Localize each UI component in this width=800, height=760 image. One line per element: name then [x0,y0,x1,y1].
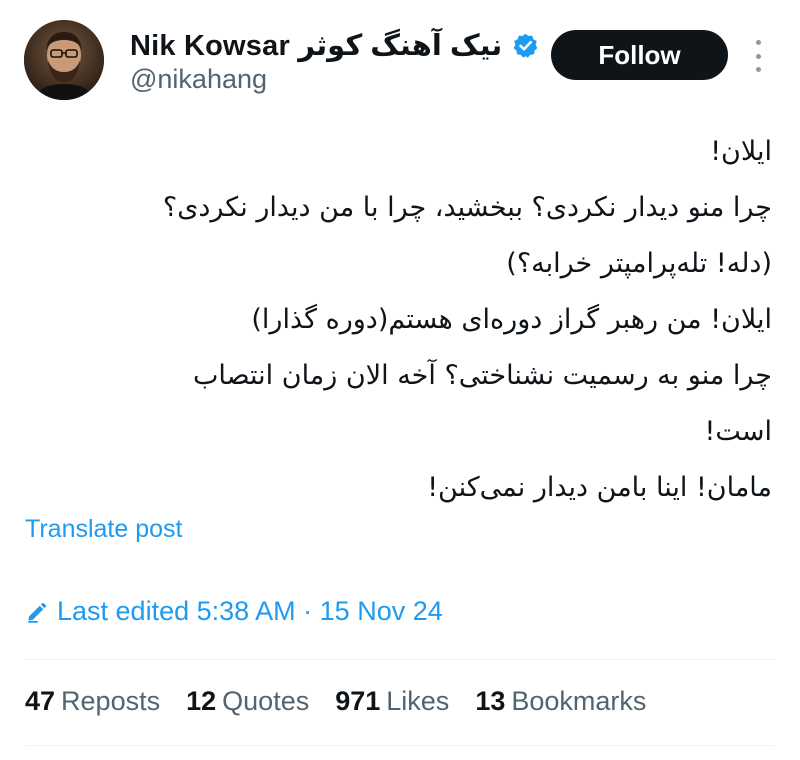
tweet-line: مامان! اینا بامن دیدار نمی‌کنن! [427,472,772,503]
translate-post-link[interactable]: Translate post [25,515,182,544]
bookmarks-count: 13 [475,686,506,716]
quotes-label: Quotes [222,686,310,716]
tweet-line: (دله! تله‌پرامپتر خرابه؟) [506,248,772,279]
engagement-stats: 47 Reposts 12 Quotes 971 Likes 13 Bookmarks [25,686,646,717]
follow-button[interactable]: Follow [551,30,728,80]
dot [755,67,761,72]
bookmarks-label: Bookmarks [511,686,647,716]
tweet-card: Nik Kowsar نیک آهنگ کوثر @nikahang Follo… [0,0,800,760]
reposts-count: 47 [25,686,56,716]
tweet-line: چرا منو به رسمیت نشناختی؟ آخه الان زمان … [192,360,772,391]
author-name-row[interactable]: Nik Kowsar نیک آهنگ کوثر [130,28,539,63]
author-handle[interactable]: @nikahang [130,64,267,95]
divider [25,745,775,746]
pencil-icon [25,600,49,624]
tweet-line: ایلان! من رهبر گراز دوره‌ای هستم(دوره گذ… [251,304,772,335]
quotes-stat[interactable]: 12 Quotes [186,686,309,717]
tweet-line: ایلان! [710,136,772,167]
reposts-label: Reposts [61,686,161,716]
avatar-photo [24,20,104,100]
bookmarks-stat[interactable]: 13 Bookmarks [475,686,646,717]
reposts-stat[interactable]: 47 Reposts [25,686,160,717]
dot [755,40,761,45]
tweet-line: چرا منو دیدار نکردی؟ ببخشید، چرا با من د… [162,192,772,223]
last-edited-link[interactable]: Last edited 5:38 AM · 15 Nov 24 [25,596,443,627]
more-vertical-icon[interactable] [752,36,764,76]
display-name[interactable]: Nik Kowsar نیک آهنگ کوثر [130,28,502,63]
quotes-count: 12 [186,686,217,716]
likes-label: Likes [386,686,450,716]
dot [755,53,761,59]
likes-stat[interactable]: 971 Likes [335,686,449,717]
avatar[interactable] [24,20,104,100]
likes-count: 971 [335,686,381,716]
last-edited-text: Last edited 5:38 AM · 15 Nov 24 [57,596,443,626]
tweet-line: است! [704,416,772,447]
verified-badge-icon [512,32,539,59]
tweet-text: ایلان! چرا منو دیدار نکردی؟ ببخشید، چرا … [32,124,772,516]
divider [25,659,775,660]
